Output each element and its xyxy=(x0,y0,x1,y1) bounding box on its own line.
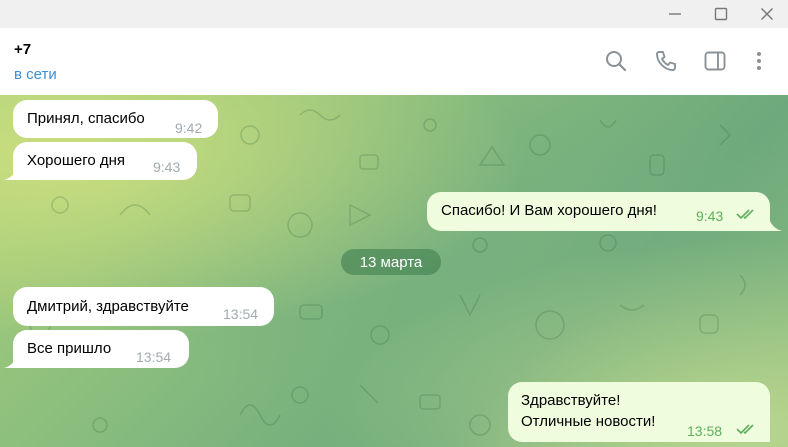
message-text: Хорошего дня xyxy=(27,152,126,169)
more-options-button[interactable] xyxy=(746,48,772,74)
message-time: 13:54 xyxy=(223,306,259,322)
message-text: Все пришло xyxy=(27,340,112,357)
search-icon xyxy=(606,51,627,72)
toggle-sidebar-button[interactable] xyxy=(702,48,728,74)
message-text-line: Отличные новости! xyxy=(521,413,656,430)
message-incoming[interactable]: Все пришло 13:54 xyxy=(13,330,189,368)
message-text: Спасибо! И Вам хорошего дня! xyxy=(441,202,657,219)
search-button[interactable] xyxy=(603,48,629,74)
chat-area[interactable]: Принял, спасибо 9:42 Хорошего дня 9:43 С… xyxy=(0,95,788,447)
message-time: 9:43 xyxy=(153,159,181,175)
read-checkmarks-icon xyxy=(736,424,754,435)
message-text: Принял, спасибо xyxy=(27,110,145,127)
message-incoming[interactable]: Принял, спасибо 9:42 xyxy=(13,100,218,138)
more-icon xyxy=(757,52,761,70)
date-separator: 13 марта xyxy=(341,249,441,275)
contact-name[interactable]: +7 xyxy=(14,41,31,58)
window-titlebar xyxy=(0,0,788,28)
message-time: 13:54 xyxy=(136,349,172,365)
message-incoming[interactable]: Хорошего дня 9:43 xyxy=(13,142,197,180)
bubble-tail xyxy=(4,358,16,368)
message-text-line: Здравствуйте! xyxy=(521,392,621,409)
bubble-tail xyxy=(4,170,16,180)
chat-header[interactable]: +7 в сети xyxy=(0,28,788,95)
message-outgoing[interactable]: Здравствуйте! Отличные новости! 13:58 xyxy=(508,382,770,442)
phone-icon xyxy=(656,51,676,71)
message-text: Дмитрий, здравствуйте xyxy=(27,298,189,315)
read-checkmarks-icon xyxy=(736,209,754,220)
maximize-icon xyxy=(714,7,728,21)
message-outgoing[interactable]: Спасибо! И Вам хорошего дня! 9:43 xyxy=(427,192,770,231)
close-icon xyxy=(761,8,773,20)
message-incoming[interactable]: Дмитрий, здравствуйте 13:54 xyxy=(13,287,274,326)
sidebar-toggle-icon xyxy=(704,51,726,71)
message-time: 9:43 xyxy=(696,208,724,224)
minimize-icon xyxy=(669,13,681,15)
message-time: 9:42 xyxy=(175,120,203,136)
close-button[interactable] xyxy=(744,0,788,28)
bubble-tail xyxy=(770,221,782,231)
maximize-button[interactable] xyxy=(698,0,744,28)
contact-status: в сети xyxy=(14,66,57,83)
minimize-button[interactable] xyxy=(652,0,698,28)
call-button[interactable] xyxy=(653,48,679,74)
message-time: 13:58 xyxy=(687,423,723,439)
